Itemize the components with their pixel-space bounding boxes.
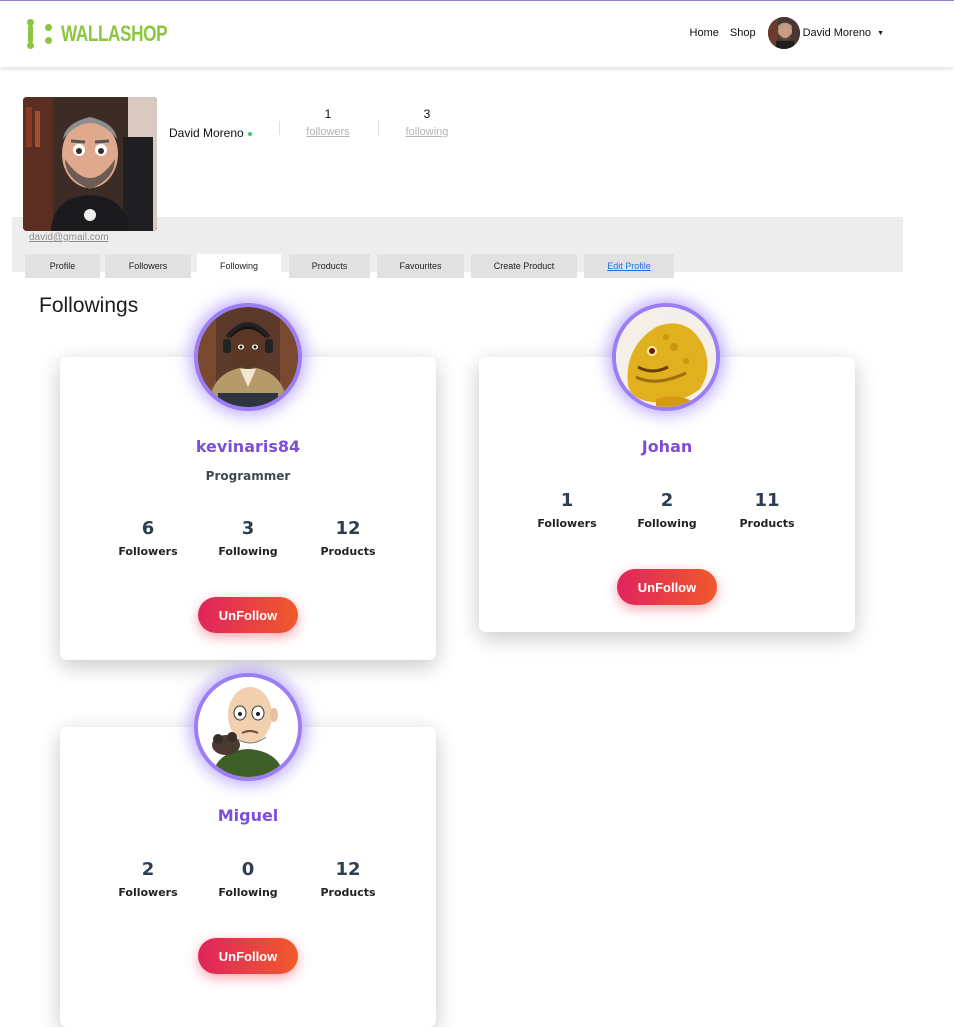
following-label: Following <box>637 517 697 530</box>
profile-email-link[interactable]: david@gmail.com <box>29 232 109 243</box>
profile-followers-count: 1 <box>324 107 332 121</box>
unfollow-button[interactable]: UnFollow <box>617 569 717 605</box>
nav-home-link[interactable]: Home <box>690 27 719 39</box>
followers-label: Followers <box>537 517 597 530</box>
profile-followers-stat: 1 followers <box>298 107 358 138</box>
following-followers-stat: 2 Followers <box>98 859 198 899</box>
online-status-indicator <box>247 131 252 136</box>
profile-name-text: David Moreno <box>169 126 244 140</box>
tab-products[interactable]: Products <box>289 254 370 278</box>
profile-photo <box>23 97 157 231</box>
profile-name: David Moreno <box>169 126 252 140</box>
following-label: Following <box>218 545 278 558</box>
profile-following-link[interactable]: following <box>397 126 457 138</box>
profile-following-stat: 3 following <box>397 107 457 138</box>
followers-count: 2 <box>141 859 155 880</box>
divider <box>279 121 280 135</box>
followers-label: Followers <box>118 545 178 558</box>
navbar: WALLASHOP Home Shop David Moreno ▼ <box>0 1 954 67</box>
following-products-stat: 12 Products <box>298 859 398 899</box>
following-label: Following <box>218 886 278 899</box>
following-count: 0 <box>241 859 255 880</box>
products-label: Products <box>320 545 376 558</box>
followers-count: 1 <box>560 490 574 511</box>
products-count: 12 <box>335 859 361 880</box>
profile-following-count: 3 <box>423 107 431 121</box>
products-label: Products <box>739 517 795 530</box>
profile-followers-link[interactable]: followers <box>298 126 358 138</box>
products-count: 11 <box>754 490 780 511</box>
nav-shop-link[interactable]: Shop <box>730 27 756 39</box>
section-title: Followings <box>39 294 139 317</box>
unfollow-button[interactable]: UnFollow <box>198 597 298 633</box>
unfollow-button[interactable]: UnFollow <box>198 938 298 974</box>
following-following-stat: 3 Following <box>198 518 298 558</box>
following-following-stat: 2 Following <box>617 490 717 530</box>
nav-menu: Home Shop David Moreno ▼ <box>679 17 884 49</box>
brand-name: WALLASHOP <box>61 21 168 46</box>
following-name[interactable]: kevinaris84 <box>60 437 436 456</box>
tab-favourites[interactable]: Favourites <box>377 254 464 278</box>
following-name[interactable]: Johan <box>479 437 855 456</box>
followers-count: 6 <box>141 518 155 539</box>
following-products-stat: 12 Products <box>298 518 398 558</box>
divider <box>378 121 379 135</box>
user-avatar[interactable] <box>767 17 800 49</box>
following-count: 2 <box>660 490 674 511</box>
following-followers-stat: 6 Followers <box>98 518 198 558</box>
following-avatar[interactable] <box>194 673 302 781</box>
following-role: Programmer <box>205 469 291 483</box>
following-following-stat: 0 Following <box>198 859 298 899</box>
following-avatar[interactable] <box>612 303 720 411</box>
caret-down-icon[interactable]: ▼ <box>877 30 884 37</box>
following-count: 3 <box>241 518 255 539</box>
tab-following[interactable]: Following <box>197 254 281 278</box>
tab-profile[interactable]: Profile <box>25 254 100 278</box>
products-label: Products <box>320 886 376 899</box>
nav-user-name[interactable]: David Moreno <box>803 27 871 39</box>
tab-followers[interactable]: Followers <box>105 254 191 278</box>
followers-label: Followers <box>118 886 178 899</box>
logo-icon <box>27 19 55 49</box>
products-count: 12 <box>335 518 361 539</box>
following-avatar[interactable] <box>194 303 302 411</box>
tab-create-product[interactable]: Create Product <box>471 254 577 278</box>
tab-edit-profile[interactable]: Edit Profile <box>584 254 674 278</box>
brand-logo[interactable]: WALLASHOP <box>27 19 197 49</box>
following-name[interactable]: Miguel <box>60 806 436 825</box>
following-followers-stat: 1 Followers <box>517 490 617 530</box>
following-products-stat: 11 Products <box>717 490 817 530</box>
